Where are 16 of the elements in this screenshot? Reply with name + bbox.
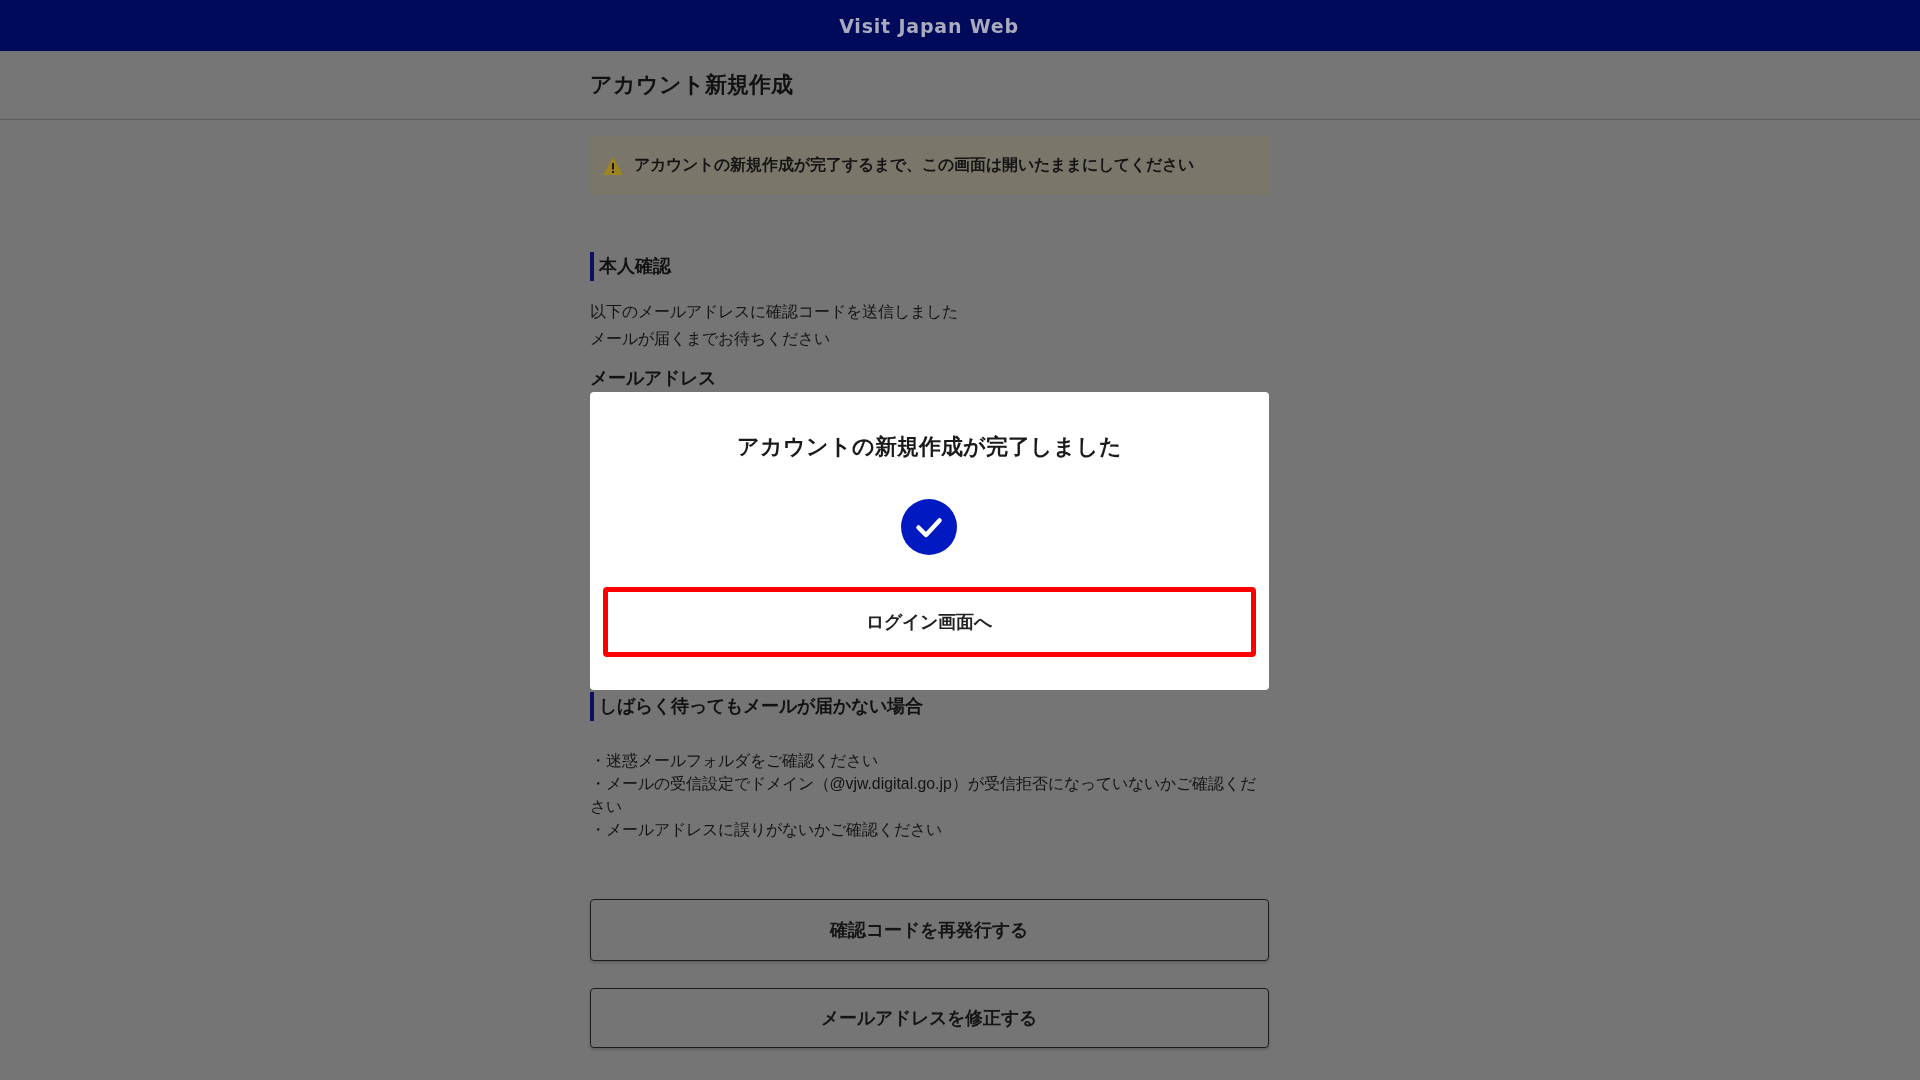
section-heading: 本人確認 [589,252,1269,281]
list-item-text: ・迷惑メールフォルダをご確認ください [589,751,879,771]
warning-icon [602,156,623,175]
notice-text: アカウントの新規作成が完了するまで、この画面は開いたままにしてください [633,155,1194,175]
dialog-title: アカウントの新規作成が完了しました [736,434,1122,460]
list-item-text: ・メールの受信設定でドメイン（@vjw.digital.go.jp）が受信拒否になっていないかご確認ください [589,774,1257,817]
list-item-text: ・メールアドレスに誤りがないかご確認ください [589,820,943,840]
page-title: アカウント新規作成 [589,71,793,99]
outline-button[interactable]: 確認コードを再発行する [589,899,1269,961]
body-text: 以下のメールアドレスに確認コードを送信しました [589,302,959,322]
check-circle-icon [901,499,957,555]
login-button[interactable]: ログイン画面へ [602,587,1256,657]
body-text: メールが届くまでお待ちください [589,329,831,349]
site-title: Visit Japan Web [839,14,1019,37]
field-label: メールアドレス [589,367,717,390]
outline-button[interactable]: メールアドレスを修正する [589,988,1269,1048]
